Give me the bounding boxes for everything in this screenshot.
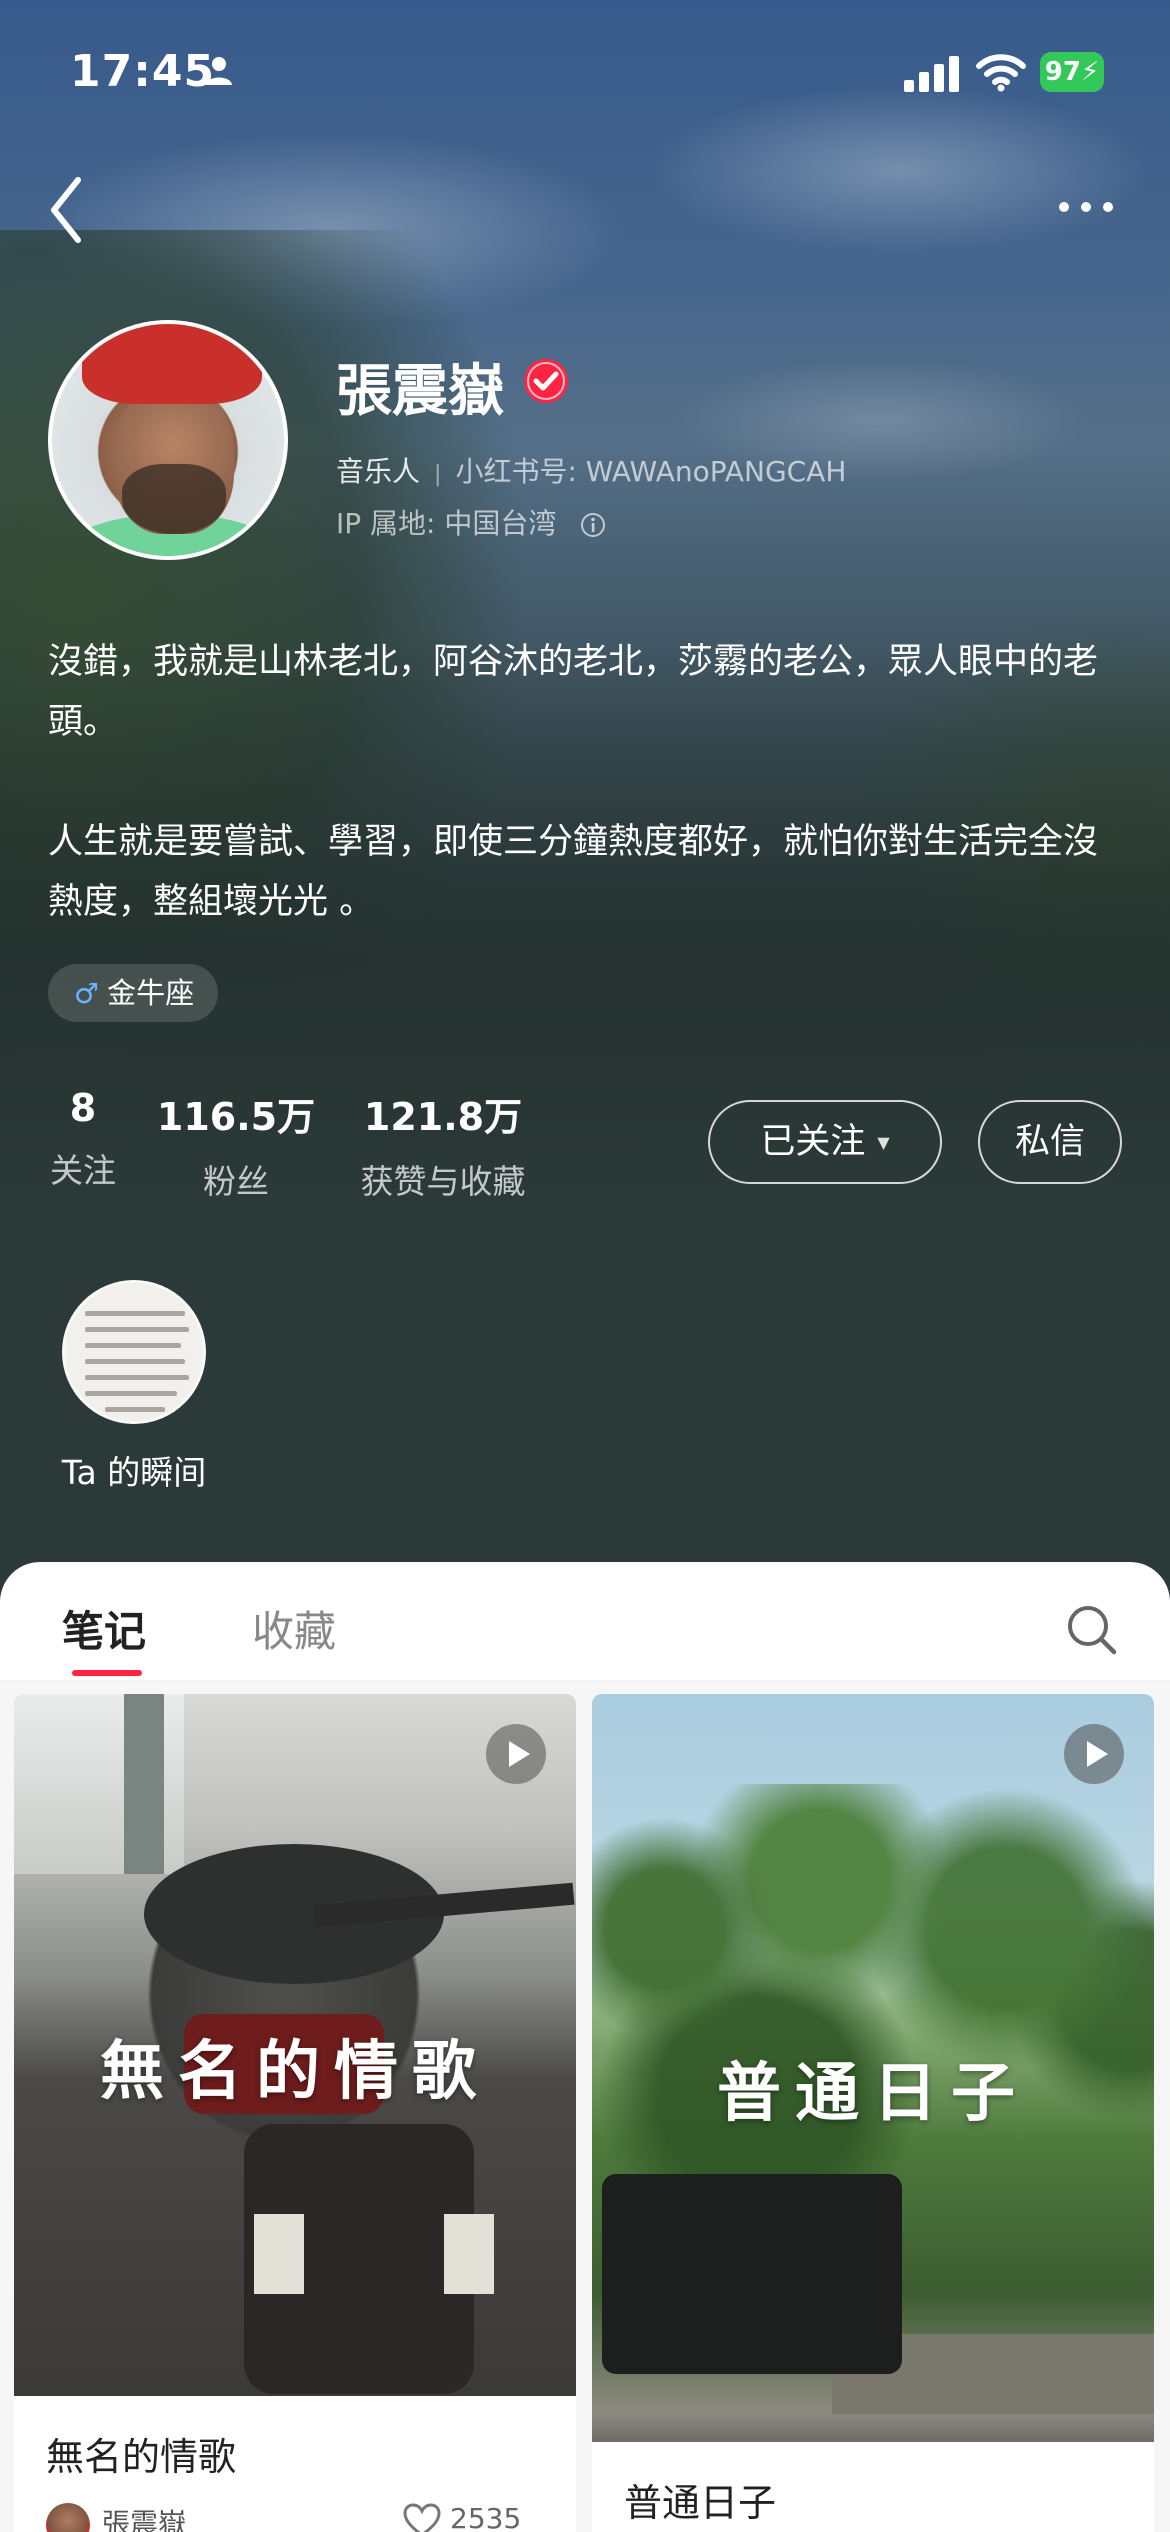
stat-likes-value: 121.8万 [363,1095,523,1139]
back-icon[interactable] [44,172,88,248]
message-button[interactable]: 私信 [978,1100,1122,1184]
following-button[interactable]: 已关注 ▼ [708,1100,942,1184]
author-name: 張震嶽 [102,2507,187,2532]
profile-role: 音乐人 [336,455,421,488]
profile-id-value[interactable]: WAWAnoPANGCAH [586,455,847,488]
status-bar: 17:45 97⚡ [0,0,1170,150]
bio-line: 沒錯，我就是山林老北，阿谷沐的老北，莎霧的老公，眾人眼中的老頭。 [48,642,1099,742]
content-panel: 笔记 收藏 無名的情歌 無名的情歌 張震嶽 2535 普通日子 普通日子 [0,1562,1170,2532]
note-likes[interactable]: 2535 [402,2502,521,2532]
profile-bio: 沒錯，我就是山林老北，阿谷沐的老北，莎霧的老公，眾人眼中的老頭。 人生就是要嘗試… [48,632,1128,932]
following-button-label: 已关注 [760,1122,866,1162]
profile-id-label: 小红书号: [455,455,577,488]
heart-icon [403,2503,441,2532]
profile-stats: 8 关注 116.5万 粉丝 121.8万 获赞与收藏 [0,1086,700,1206]
ip-location: IP 属地: 中国台湾 [336,507,557,540]
note-likes-count: 2535 [450,2502,522,2532]
note-title: 普通日子 [624,2481,777,2525]
zodiac-tag-label: 金牛座 [107,976,195,1010]
status-time: 17:45 [70,46,216,97]
profile-name: 張震嶽 [336,359,504,424]
stat-followers-label: 粉丝 [203,1162,269,1201]
profile-meta: 音乐人 | 小红书号: WAWAnoPANGCAH [336,455,847,488]
more-options-icon[interactable] [1056,195,1116,219]
battery-indicator: 97⚡ [1040,52,1104,92]
active-tab-indicator [72,1670,142,1676]
info-icon[interactable] [579,511,607,539]
note-cover-text: 普通日子 [717,2056,1029,2131]
wifi-icon [976,54,1026,92]
bio-line: 人生就是要嘗試、學習，即使三分鐘熱度都好，就怕你對生活完全沒熱度，整組壞光光 。 [48,822,1099,922]
caret-down-icon: ▼ [877,1133,890,1152]
search-icon[interactable] [1064,1602,1120,1658]
note-cover-image[interactable]: 無名的情歌 [14,1694,576,2396]
cellular-signal-icon [904,56,959,92]
note-cover-text: 無名的情歌 [100,2034,490,2109]
male-gender-icon: ♂ [74,977,100,1010]
author-avatar [46,2503,90,2532]
stat-likes-label: 获赞与收藏 [360,1162,526,1201]
profile-page: 17:45 97⚡ 張震嶽 音乐人 | 小红书号: WAWAnoPANGCAH … [0,0,1170,2532]
video-play-icon [1064,1724,1124,1784]
video-play-icon [486,1724,546,1784]
tab-notes[interactable]: 笔记 [62,1598,146,1659]
stat-followers[interactable]: 116.5万 粉丝 [156,1086,316,1203]
moments-entry[interactable]: Ta 的瞬间 [56,1280,212,1494]
moments-label: Ta 的瞬间 [61,1453,207,1492]
moments-thumbnail [62,1280,206,1424]
stat-following-value: 8 [69,1086,97,1130]
note-card[interactable]: 無名的情歌 無名的情歌 張震嶽 2535 [14,1694,576,2532]
tab-collections[interactable]: 收藏 [252,1598,336,1659]
stat-following[interactable]: 8 关注 [48,1086,118,1192]
stat-likes-collects[interactable]: 121.8万 获赞与收藏 [350,1086,536,1203]
note-cover-image[interactable]: 普通日子 [592,1694,1154,2442]
stat-following-label: 关注 [50,1151,116,1190]
profile-avatar[interactable] [48,320,288,560]
note-card[interactable]: 普通日子 普通日子 [592,1694,1154,2532]
ip-location-row: IP 属地: 中国台湾 [336,502,607,542]
stat-followers-value: 116.5万 [156,1095,316,1139]
note-author[interactable]: 張震嶽 [46,2502,186,2532]
zodiac-tag: ♂ 金牛座 [48,964,219,1022]
person-icon [206,57,232,85]
content-tabs: 笔记 收藏 [0,1562,1170,1680]
note-title: 無名的情歌 [46,2435,237,2479]
verified-badge-icon [524,359,568,403]
